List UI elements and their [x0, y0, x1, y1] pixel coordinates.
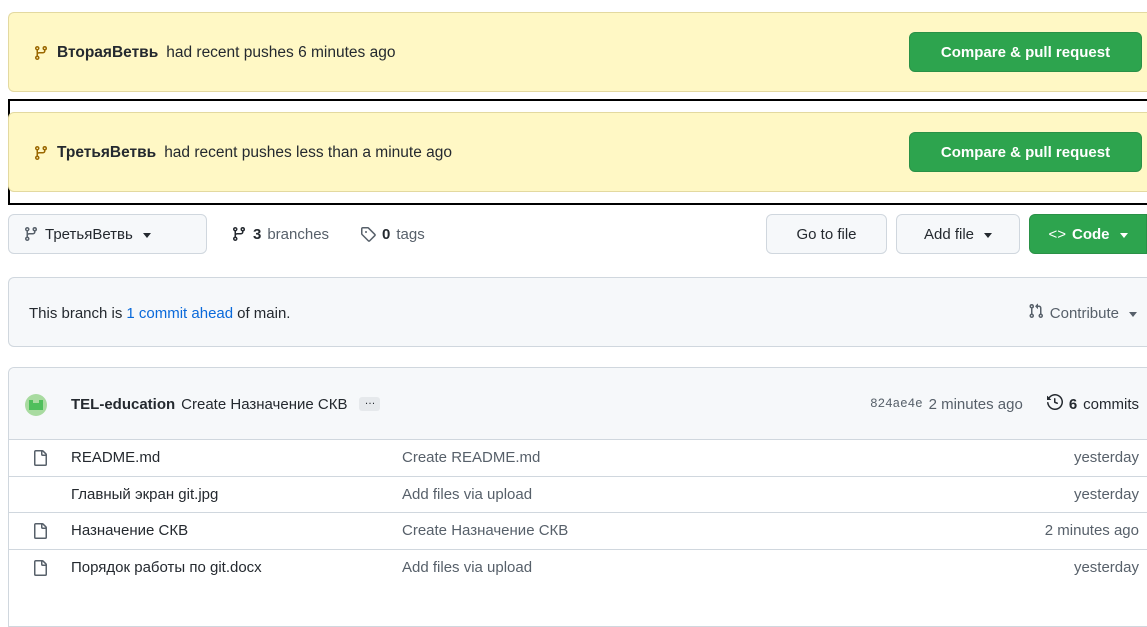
history-icon: [1046, 393, 1063, 414]
file-commit-message[interactable]: Add files via upload: [402, 559, 532, 576]
commit-author[interactable]: TEL-education: [71, 396, 175, 413]
tags-label: tags: [396, 225, 425, 243]
commit-meta: 824ae4e 2 minutes ago 6 commits: [870, 368, 1139, 440]
file-name[interactable]: Порядок работы по git.docx: [71, 559, 262, 576]
recent-push-banner-1: ВтораяВетвь had recent pushes 6 minutes …: [8, 12, 1147, 92]
commits-ahead-link[interactable]: 1 commit ahead: [126, 305, 233, 322]
code-button[interactable]: <> Code: [1029, 214, 1147, 254]
code-label: Code: [1072, 225, 1110, 243]
contribute-dropdown[interactable]: Contribute: [1028, 278, 1137, 348]
chevron-down-icon: [1129, 311, 1137, 317]
branch-select-button[interactable]: ТретьяВетвь: [8, 214, 207, 254]
ahead-prefix: This branch is: [29, 304, 123, 322]
table-row: Порядок работы по git.docx Add files via…: [9, 550, 1147, 587]
chevron-down-icon: [142, 232, 151, 238]
table-row: Главный экран git.jpg Add files via uplo…: [9, 477, 1147, 513]
file-icon: [32, 559, 48, 580]
file-age: 2 minutes ago: [1044, 522, 1139, 540]
file-name[interactable]: Назначение СКВ: [71, 522, 188, 539]
branch-select-label: ТретьяВетвь: [45, 225, 133, 243]
ahead-text: This branch is 1 commit ahead of main.: [29, 278, 290, 348]
tags-link[interactable]: 0 tags: [360, 214, 425, 254]
commit-sha[interactable]: 824ae4e: [870, 397, 923, 411]
file-icon: [32, 450, 48, 470]
code-icon: <>: [1048, 225, 1067, 243]
commits-history-link[interactable]: 6 commits: [1046, 393, 1139, 414]
file-age: yesterday: [1073, 559, 1139, 577]
banner-message: had recent pushes 6 minutes ago: [166, 44, 396, 61]
contribute-label: Contribute: [1049, 304, 1119, 322]
git-branch-icon: [23, 226, 39, 242]
chevron-down-icon: [984, 232, 993, 238]
pull-request-icon: [1028, 303, 1044, 323]
table-row: README.md Create README.md yesterday: [9, 440, 1147, 477]
git-branch-icon: [33, 45, 49, 61]
file-icon: [32, 523, 48, 543]
file-name[interactable]: README.md: [71, 449, 160, 466]
file-icon: [32, 487, 48, 507]
file-commit-message[interactable]: Create Назначение СКВ: [402, 522, 568, 539]
table-row: Назначение СКВ Create Назначение СКВ 2 m…: [9, 513, 1147, 550]
file-name[interactable]: Главный экран git.jpg: [71, 486, 218, 503]
tag-icon: [360, 226, 376, 242]
banner-text: ТретьяВетвь had recent pushes less than …: [33, 113, 452, 193]
go-to-file-button[interactable]: Go to file: [766, 214, 887, 254]
compare-pull-request-button[interactable]: Compare & pull request: [909, 132, 1142, 172]
chevron-down-icon: [1119, 232, 1128, 238]
file-age: yesterday: [1073, 449, 1139, 467]
branch-ahead-notice: This branch is 1 commit ahead of main. C…: [8, 277, 1147, 347]
commit-age[interactable]: 2 minutes ago: [929, 396, 1023, 413]
git-branch-icon: [33, 145, 49, 161]
file-age: yesterday: [1073, 485, 1139, 503]
commits-count: 6: [1068, 395, 1078, 413]
commits-label: commits: [1083, 395, 1139, 413]
branches-label: branches: [267, 225, 330, 243]
file-commit-message[interactable]: Add files via upload: [402, 486, 532, 503]
latest-commit-header: TEL-education Create Назначение СКВ … 82…: [9, 368, 1147, 440]
file-commit-message[interactable]: Create README.md: [402, 449, 540, 466]
banner-message: had recent pushes less than a minute ago: [164, 144, 452, 161]
expand-commit-message-button[interactable]: …: [359, 396, 381, 411]
banner-branch-name[interactable]: ТретьяВетвь: [57, 144, 156, 162]
add-file-label: Add file: [923, 225, 975, 243]
add-file-button[interactable]: Add file: [896, 214, 1020, 254]
recent-push-banner-2: ТретьяВетвь had recent pushes less than …: [8, 112, 1147, 192]
file-list: TEL-education Create Назначение СКВ … 82…: [8, 367, 1147, 627]
branches-link[interactable]: 3 branches: [231, 214, 329, 254]
banner-text: ВтораяВетвь had recent pushes 6 minutes …: [33, 13, 395, 93]
repo-toolbar: ТретьяВетвь 3 branches 0 tags Go to file…: [0, 214, 1147, 258]
avatar[interactable]: [25, 394, 47, 416]
commit-message[interactable]: Create Назначение СКВ: [181, 396, 347, 413]
latest-commit-info: TEL-education Create Назначение СКВ …: [71, 368, 381, 440]
git-branch-icon: [231, 226, 247, 242]
compare-pull-request-button[interactable]: Compare & pull request: [909, 32, 1142, 72]
branches-count: 3: [253, 225, 262, 243]
ahead-suffix: of main.: [237, 304, 291, 322]
tags-count: 0: [382, 225, 391, 243]
banner-branch-name[interactable]: ВтораяВетвь: [57, 44, 158, 62]
